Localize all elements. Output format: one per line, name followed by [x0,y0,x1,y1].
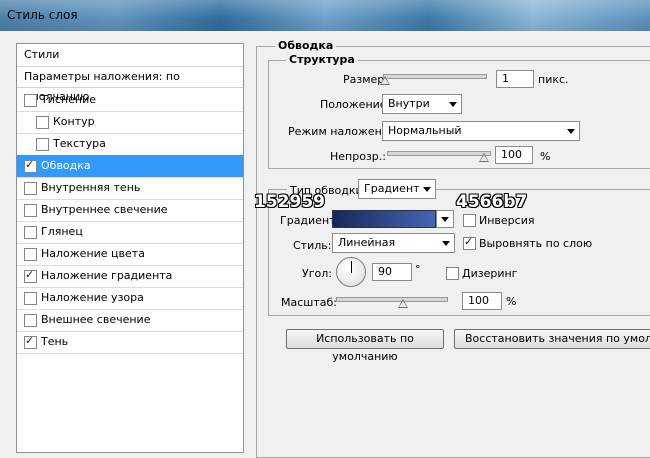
blending-options-item[interactable]: Параметры наложения: по умолчанию [17,67,243,103]
style-item-label: Внутреннее свечение [41,203,168,216]
color-overlay-checkbox[interactable] [24,248,37,261]
dither-checkbox[interactable] [446,267,459,280]
style-item-satin[interactable]: Глянец [17,221,243,244]
window-title: Стиль слоя [7,8,78,22]
contour-checkbox[interactable] [36,116,49,129]
inner-glow-checkbox[interactable] [24,204,37,217]
chevron-down-icon [442,241,450,246]
fill-type-select[interactable]: Градиент [358,179,436,199]
chevron-down-icon [423,187,431,192]
style-item-color-overlay[interactable]: Наложение цвета [17,243,243,266]
chevron-down-icon [449,102,457,107]
gradient-overlay-checkbox[interactable] [24,268,37,283]
fill-type-select-value: Градиент [364,182,420,195]
chevron-down-icon [567,129,575,134]
styles-panel: Стили Параметры наложения: по умолчанию … [16,43,244,453]
style-item-label: Внешнее свечение [41,313,151,326]
reset-default-button[interactable]: Восстановить значения по умолчанию [454,329,650,349]
align-with-layer-checkbox[interactable] [463,235,476,250]
blend-mode-select[interactable]: Нормальный [382,121,580,141]
scale-slider-track[interactable] [336,297,448,302]
stroke-checkbox[interactable] [24,158,37,173]
inner-shadow-checkbox[interactable] [24,182,37,195]
stroke-section-title: Обводка [275,39,337,52]
scale-unit-label: % [506,295,517,308]
style-item-label: Наложение цвета [41,247,145,260]
position-select[interactable]: Внутри [382,94,462,114]
styles-header[interactable]: Стили [17,44,243,67]
satin-checkbox[interactable] [24,226,37,239]
scale-label: Масштаб: [281,296,337,309]
style-select-value: Линейная [338,236,396,249]
chevron-down-icon [441,217,449,222]
angle-input[interactable]: 90 [372,263,412,281]
use-default-button[interactable]: Использовать по умолчанию [286,329,444,363]
size-slider-thumb[interactable] [380,76,390,85]
align-with-layer-label: Выровнять по слою [479,237,593,250]
style-item-inner-shadow[interactable]: Внутренняя тень [17,177,243,200]
gradient-label: Градиент: [280,214,340,227]
outer-glow-checkbox[interactable] [24,314,37,327]
texture-checkbox[interactable] [36,138,49,151]
opacity-label: Непрозр.: [330,150,386,163]
size-input[interactable]: 1 [496,70,534,88]
style-item-label: Тиснение [41,93,96,106]
opacity-slider-thumb[interactable] [479,153,489,162]
style-item-label: Обводка [41,159,91,172]
style-label: Стиль: [293,239,332,252]
position-select-value: Внутри [388,97,430,110]
title-bar: Стиль слоя [0,0,650,31]
style-item-pattern-overlay[interactable]: Наложение узора [17,287,243,310]
style-item-label: Контур [53,115,95,128]
style-item-stroke[interactable]: Обводка [17,155,243,178]
style-item-label: Тень [41,335,69,348]
dialog-body: Стили Параметры наложения: по умолчанию … [0,31,650,458]
style-item-gradient-overlay[interactable]: Наложение градиента [17,265,243,288]
style-item-outer-glow[interactable]: Внешнее свечение [17,309,243,332]
reverse-checkbox[interactable] [463,214,476,227]
opacity-slider-track[interactable] [387,151,491,156]
style-item-drop-shadow[interactable]: Тень [17,331,243,354]
style-item-texture[interactable]: Текстура [17,133,243,156]
opacity-input[interactable]: 100 [495,146,533,164]
style-item-bevel[interactable]: Тиснение [17,89,243,112]
structure-section-title: Структура [286,53,358,66]
style-select[interactable]: Линейная [332,233,455,253]
angle-unit-label: ° [415,263,421,276]
style-item-label: Внутренняя тень [41,181,141,194]
style-item-label: Наложение градиента [41,269,173,282]
style-item-label: Текстура [53,137,106,150]
reverse-label: Инверсия [479,214,535,227]
annotation-right-hex: 4566b7 [456,192,528,212]
angle-dial[interactable] [336,257,366,287]
bevel-checkbox[interactable] [24,94,37,107]
style-item-contour[interactable]: Контур [17,111,243,134]
style-item-label: Глянец [41,225,83,238]
dither-label: Дизеринг [462,267,518,280]
style-item-label: Наложение узора [41,291,144,304]
gradient-preview[interactable] [332,210,436,228]
size-unit-label: пикс. [538,73,569,86]
size-slider-track[interactable] [383,74,487,79]
blend-mode-select-value: Нормальный [388,124,462,137]
annotation-left-hex: 152959 [254,192,325,212]
angle-label: Угол: [302,267,332,280]
scale-input[interactable]: 100 [462,292,502,310]
gradient-picker-button[interactable] [436,210,454,228]
opacity-unit-label: % [540,150,551,163]
position-label: Положение: [320,98,391,111]
pattern-overlay-checkbox[interactable] [24,292,37,305]
style-item-inner-glow[interactable]: Внутреннее свечение [17,199,243,222]
drop-shadow-checkbox[interactable] [24,334,37,349]
scale-slider-thumb[interactable] [398,299,408,308]
